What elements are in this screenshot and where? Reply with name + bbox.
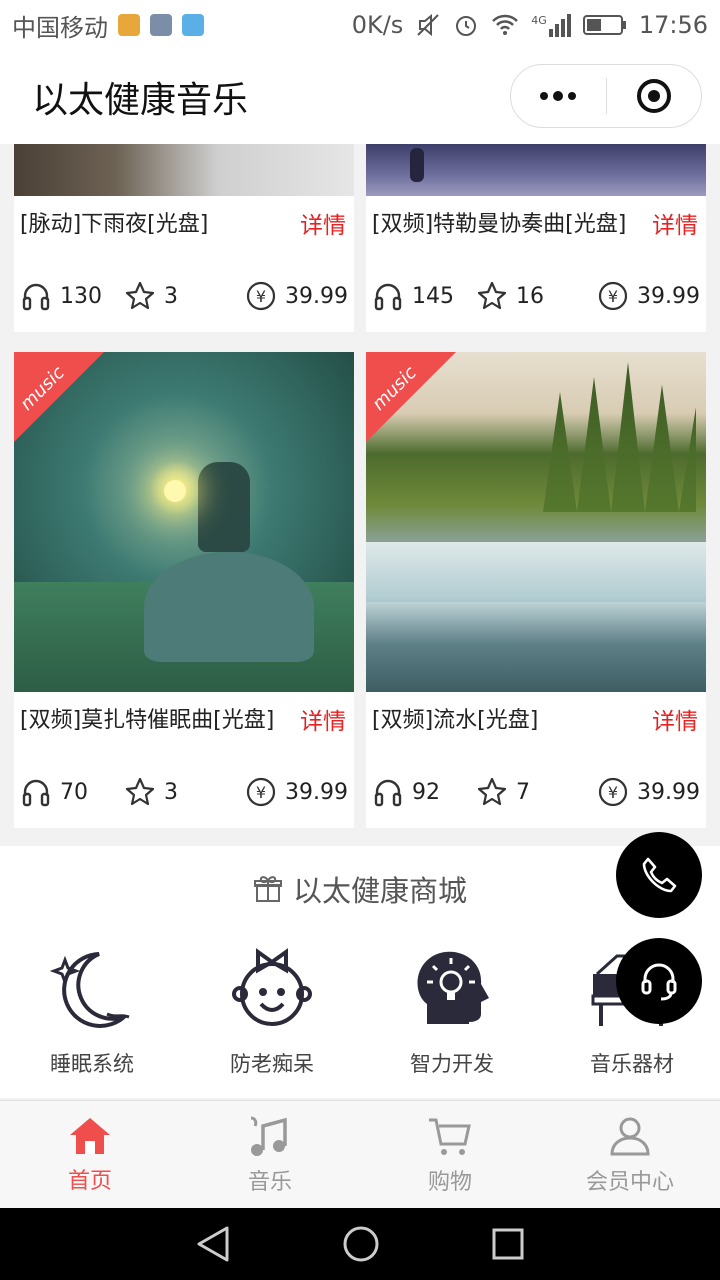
favorite-count: 3 bbox=[124, 280, 228, 312]
star-icon bbox=[477, 281, 507, 310]
play-count: 92 bbox=[372, 776, 476, 808]
back-icon[interactable] bbox=[195, 1224, 231, 1264]
star-icon bbox=[477, 777, 507, 806]
signal-icon: 4G bbox=[531, 13, 571, 37]
customer-service-button[interactable] bbox=[616, 938, 702, 1024]
headphones-icon bbox=[22, 283, 50, 311]
product-card[interactable]: music [双频]莫扎特催眠曲[光盘] 详情 70 3 ¥ 39.99 bbox=[14, 352, 354, 828]
svg-text:¥: ¥ bbox=[608, 287, 618, 306]
product-stats: 145 16 ¥ 39.99 bbox=[372, 280, 700, 312]
headset-icon bbox=[641, 963, 677, 1001]
product-stats: 92 7 ¥ 39.99 bbox=[372, 776, 700, 808]
price: ¥ 39.99 bbox=[245, 776, 348, 808]
system-nav-bar bbox=[0, 1208, 720, 1280]
product-image bbox=[14, 144, 354, 196]
music-note-icon bbox=[250, 1116, 287, 1156]
mall-item-intelligence[interactable]: 智力开发 bbox=[362, 944, 542, 1078]
product-stats: 130 3 ¥ 39.99 bbox=[20, 280, 348, 312]
carrier-label: 中国移动 bbox=[12, 13, 108, 42]
headphones-icon bbox=[374, 779, 402, 807]
play-count: 130 bbox=[20, 280, 124, 312]
phone-icon bbox=[642, 857, 677, 893]
tab-music[interactable]: 音乐 bbox=[180, 1101, 360, 1208]
favorite-count: 16 bbox=[476, 280, 580, 312]
play-count: 70 bbox=[20, 776, 124, 808]
user-icon bbox=[610, 1117, 650, 1155]
detail-link[interactable]: 详情 bbox=[652, 702, 698, 736]
detail-link[interactable]: 详情 bbox=[652, 206, 698, 240]
price: ¥ 39.99 bbox=[597, 280, 700, 312]
target-icon bbox=[636, 79, 671, 113]
more-button[interactable] bbox=[511, 65, 606, 127]
price: ¥ 39.99 bbox=[245, 280, 348, 312]
mall-title: 以太健康商城 bbox=[0, 868, 720, 910]
header: 以太健康音乐 bbox=[0, 50, 720, 144]
detail-link[interactable]: 详情 bbox=[300, 206, 346, 240]
mute-icon bbox=[417, 13, 440, 37]
price: ¥ 39.99 bbox=[597, 776, 700, 808]
miniprogram-capsule bbox=[510, 64, 702, 128]
favorite-count: 3 bbox=[124, 776, 228, 808]
product-name: [双频]特勒曼协奏曲[光盘] bbox=[372, 212, 627, 237]
head-lightbulb-icon bbox=[417, 951, 489, 1024]
tab-shopping[interactable]: 购物 bbox=[360, 1101, 540, 1208]
notification-icon bbox=[118, 14, 140, 36]
product-list[interactable]: [脉动]下雨夜[光盘] 详情 130 3 ¥ 39.99 [双频]特勒曼协奏曲[… bbox=[0, 144, 720, 1100]
svg-text:¥: ¥ bbox=[608, 783, 618, 802]
svg-text:¥: ¥ bbox=[256, 287, 266, 306]
page-title: 以太健康音乐 bbox=[32, 80, 249, 121]
favorite-count: 7 bbox=[476, 776, 580, 808]
play-count: 145 bbox=[372, 280, 476, 312]
close-miniprogram-button[interactable] bbox=[607, 65, 702, 127]
tab-home[interactable]: 首页 bbox=[0, 1101, 180, 1208]
yuan-icon: ¥ bbox=[598, 777, 628, 807]
yuan-icon: ¥ bbox=[598, 281, 628, 311]
mall-item-sleep[interactable]: 睡眠系统 bbox=[2, 944, 182, 1078]
product-name: [双频]莫扎特催眠曲[光盘] bbox=[20, 708, 275, 733]
yuan-icon: ¥ bbox=[246, 777, 276, 807]
headphones-icon bbox=[22, 779, 50, 807]
product-card[interactable]: [脉动]下雨夜[光盘] 详情 130 3 ¥ 39.99 bbox=[14, 144, 354, 332]
headphones-icon bbox=[374, 283, 402, 311]
alarm-icon bbox=[456, 16, 477, 36]
yuan-icon: ¥ bbox=[246, 281, 276, 311]
cart-icon bbox=[429, 1118, 471, 1155]
detail-link[interactable]: 详情 bbox=[300, 702, 346, 736]
star-icon bbox=[125, 777, 155, 806]
tab-member-center[interactable]: 会员中心 bbox=[540, 1101, 720, 1208]
status-bar: 中国移动 0K/s 4G 17:56 bbox=[0, 0, 720, 50]
battery-icon bbox=[582, 15, 626, 35]
moon-stars-icon bbox=[49, 952, 130, 1028]
wifi-icon bbox=[492, 14, 519, 35]
star-icon bbox=[125, 281, 155, 310]
mall-item-anti-dementia[interactable]: 防老痴呆 bbox=[182, 944, 362, 1078]
product-name: [双频]流水[光盘] bbox=[372, 708, 539, 733]
recents-icon[interactable] bbox=[491, 1227, 525, 1261]
home-circle-icon[interactable] bbox=[342, 1225, 380, 1263]
product-card[interactable]: music [双频]流水[光盘] 详情 92 7 ¥ 39.99 bbox=[366, 352, 706, 828]
product-stats: 70 3 ¥ 39.99 bbox=[20, 776, 348, 808]
mall-section: 以太健康商城 睡眠系统 防老痴呆 智力开发 音乐器材 bbox=[0, 846, 720, 1098]
product-card[interactable]: [双频]特勒曼协奏曲[光盘] 详情 145 16 ¥ 39.99 bbox=[366, 144, 706, 332]
app-notification-icon bbox=[182, 14, 204, 36]
product-name: [脉动]下雨夜[光盘] bbox=[20, 212, 209, 237]
svg-text:¥: ¥ bbox=[256, 783, 266, 802]
gift-icon bbox=[253, 876, 282, 902]
tab-bar: 首页 音乐 购物 会员中心 bbox=[0, 1100, 720, 1208]
call-button[interactable] bbox=[616, 832, 702, 918]
network-speed: 0K/s bbox=[351, 11, 404, 39]
child-face-icon bbox=[232, 948, 312, 1026]
home-icon bbox=[70, 1117, 110, 1154]
clock: 17:56 bbox=[638, 11, 708, 39]
more-dots-icon bbox=[540, 91, 577, 101]
gallery-icon bbox=[150, 14, 172, 36]
product-image bbox=[366, 144, 706, 196]
